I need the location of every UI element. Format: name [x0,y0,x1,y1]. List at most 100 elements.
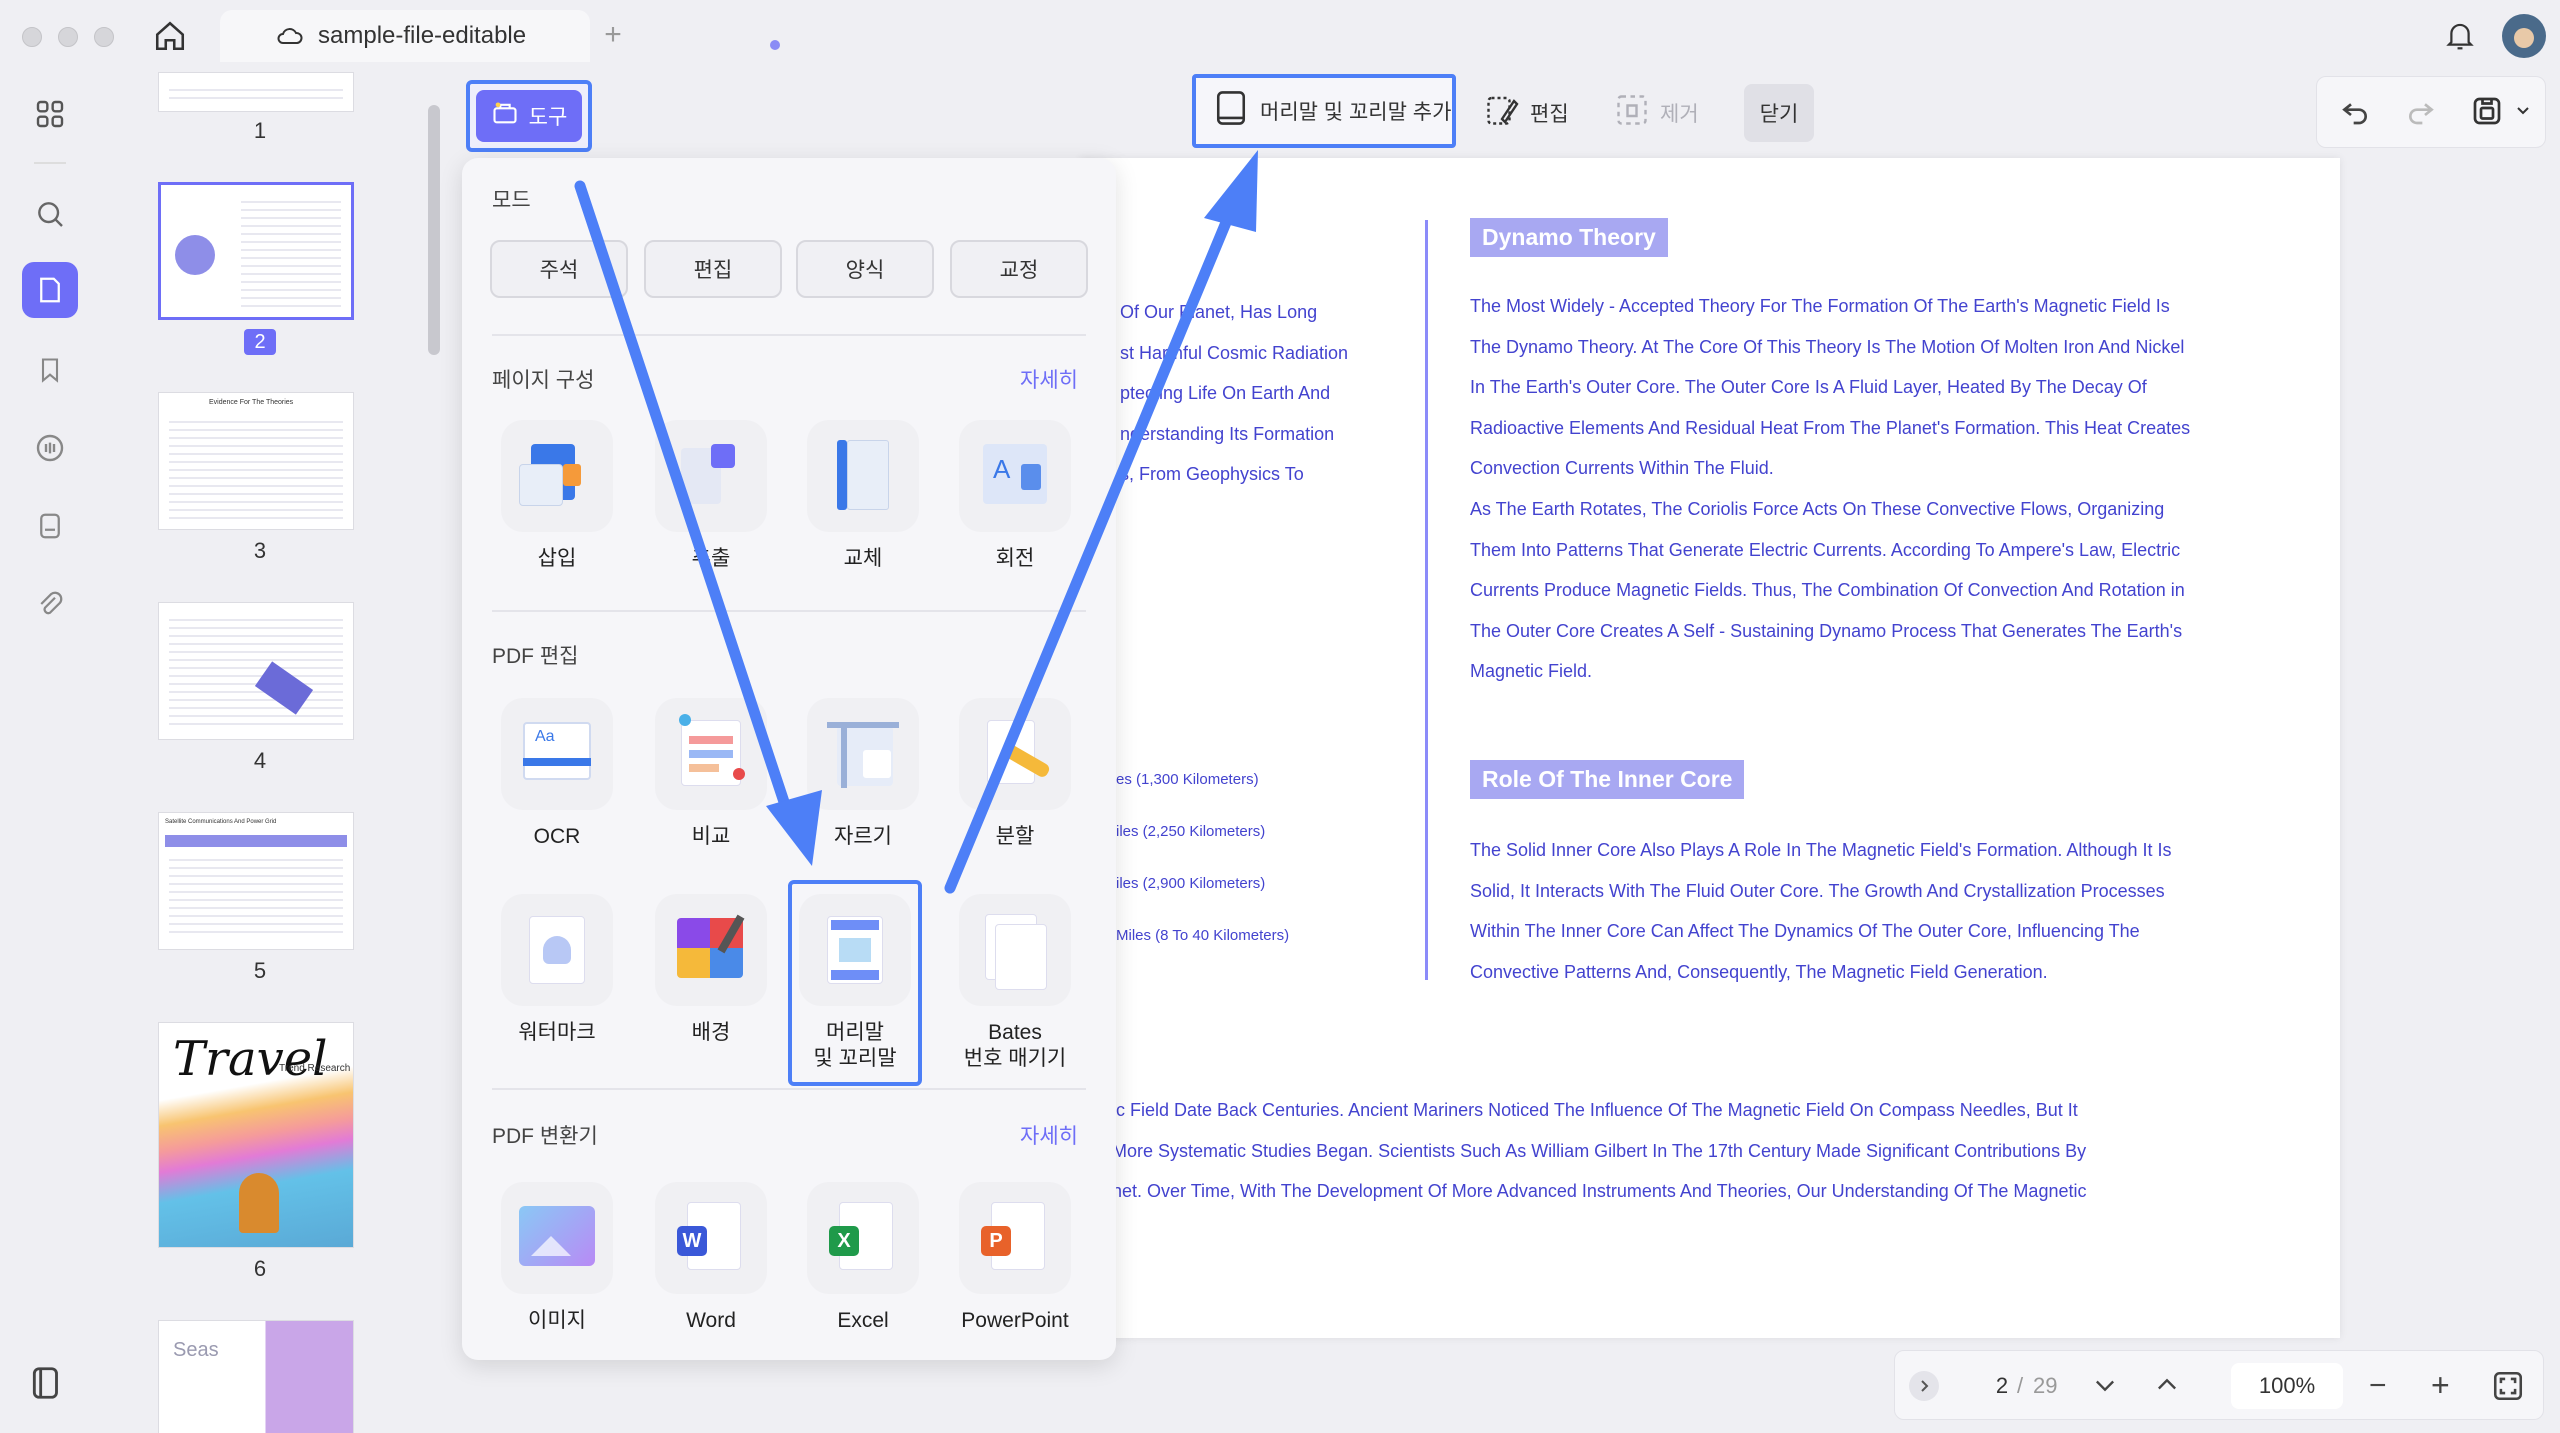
total-pages: 29 [2033,1373,2058,1398]
left-icon-sidebar [0,72,100,1433]
to-excel-tool[interactable]: X Excel [798,1182,928,1334]
divider [492,334,1086,336]
word-icon: W [655,1182,767,1294]
remove-button[interactable]: 제거 [1614,88,1699,138]
text-line: The Outer Core Creates A Self - Sustaini… [1470,620,2183,641]
chevron-down-icon[interactable] [2091,1371,2119,1405]
background-label: 배경 [691,1021,731,1044]
bates-tool[interactable]: Bates 번호 매기기 [950,894,1080,1072]
page-number: 1 [253,118,267,143]
grid-view-icon[interactable] [22,86,78,142]
fit-page-icon[interactable] [2491,1369,2525,1409]
stamp-icon[interactable] [22,498,78,554]
mode-annotate-button[interactable]: 주석 [490,240,628,298]
thumbnail-title: Satellite Communications And Power Grid [165,819,277,825]
attachment-icon[interactable] [22,576,78,632]
replace-icon [807,420,919,532]
avatar[interactable] [2502,14,2546,58]
minimize-window-button[interactable] [58,27,78,47]
to-image-tool[interactable]: 이미지 [492,1182,622,1334]
split-icon [959,698,1071,810]
remove-label: 제거 [1660,103,1699,126]
compare-tool[interactable]: 비교 [646,698,776,850]
replace-label: 교체 [843,547,883,570]
ocr-tool[interactable]: Aa OCR [492,698,622,850]
zoom-in-icon[interactable]: + [2431,1367,2450,1404]
search-icon[interactable] [22,186,78,242]
thumbnail-page-1[interactable] [158,72,354,112]
close-button[interactable]: 닫기 [1744,84,1814,142]
unsaved-dot [770,40,780,50]
mode-section-title: 모드 [492,189,531,212]
page-section-more-link[interactable]: 자세히 [1020,364,1078,394]
watermark-tool[interactable]: 워터마크 [492,894,622,1046]
edit-label: 편집 [1530,103,1569,126]
redo-icon[interactable] [2405,95,2437,132]
add-header-footer-button[interactable]: 머리말 및 꼬리말 추가 [1192,74,1456,148]
sidebar-toggle-icon[interactable] [28,1364,66,1407]
document-tab[interactable]: sample-file-editable [220,10,780,62]
replace-tool[interactable]: 교체 [798,420,928,572]
mode-form-button[interactable]: 양식 [796,240,934,298]
zoom-window-button[interactable] [94,27,114,47]
header-footer-label: 머리말 및 꼬리말 [792,1020,918,1072]
text-line: es (1,300 Kilometers) [1116,771,1259,788]
text-line: Currents Produce Magnetic Fields. Thus, … [1470,580,2185,601]
bates-label-line1: Bates [988,1021,1042,1044]
rotate-tool[interactable]: A 회전 [950,420,1080,572]
edit-button[interactable]: 편집 [1484,88,1569,138]
tools-panel: 모드 주석 편집 양식 교정 페이지 구성 자세히 삽입 추출 교체 A 회전 … [462,158,1116,1360]
header-footer-tool[interactable]: 머리말 및 꼬리말 [788,880,922,1086]
comment-icon[interactable] [22,420,78,476]
bell-icon[interactable] [2440,16,2480,56]
thumbnail-page-2[interactable] [158,182,354,320]
crop-label: 자르기 [834,825,892,848]
inner-core-heading: Role Of The Inner Core [1470,760,1745,799]
text-line: ic Field Date Back Centuries. Ancient Ma… [1112,1100,2078,1120]
header-footer-tool-icon [799,894,911,1006]
thumbnail-title: Evidence For The Theories [209,399,294,406]
mode-edit-button[interactable]: 편집 [644,240,782,298]
selected-page-number: 2 [244,329,276,355]
background-tool[interactable]: 배경 [646,894,776,1046]
page-number: 5 [253,958,267,983]
chevron-up-icon[interactable] [2153,1371,2181,1405]
bookmark-icon[interactable] [22,342,78,398]
page-number: 6 [253,1256,267,1281]
thumbnail-page-4[interactable] [158,602,354,740]
chevron-down-icon[interactable] [2515,103,2531,124]
extract-tool[interactable]: 추출 [646,420,776,572]
text-line: s, From Geophysics To [1120,464,1304,485]
split-tool[interactable]: 분할 [950,698,1080,850]
home-icon[interactable] [150,16,190,56]
zoom-out-icon[interactable]: − [2369,1369,2387,1403]
crop-tool[interactable]: 자르기 [798,698,928,850]
pages-icon[interactable] [22,262,78,318]
thumbnail-page-5[interactable]: Satellite Communications And Power Grid [158,812,354,950]
mode-proofread-button[interactable]: 교정 [950,240,1088,298]
text-line: In The Earth's Outer Core. The Outer Cor… [1470,377,2147,398]
undo-icon[interactable] [2339,95,2371,132]
add-header-footer-label: 머리말 및 꼬리말 추가 [1260,101,1452,124]
tools-button[interactable]: 도구 [466,80,592,152]
bates-label: Bates 번호 매기기 [950,1020,1080,1072]
insert-tool[interactable]: 삽입 [492,420,622,572]
to-powerpoint-tool[interactable]: P PowerPoint [950,1182,1080,1334]
save-icon[interactable] [2469,93,2505,134]
thumbnail-page-7[interactable]: Seas [158,1320,354,1433]
cloud-icon [276,24,304,55]
thumbnail-page-3[interactable]: Evidence For The Theories [158,392,354,530]
thumbnail-page-6[interactable]: Travel Trend Research [158,1022,354,1248]
close-window-button[interactable] [22,27,42,47]
plus-icon[interactable]: + [598,18,628,51]
chevron-right-icon[interactable] [1909,1371,1939,1401]
to-word-tool[interactable]: W Word [646,1182,776,1334]
convert-section-more-link[interactable]: 자세히 [1020,1120,1078,1150]
powerpoint-label: PowerPoint [961,1309,1069,1332]
thumbnail-scrollbar[interactable] [428,105,440,355]
excel-icon: X [807,1182,919,1294]
text-line: Convection Currents Within The Fluid. [1470,458,1774,479]
text-line: Within The Inner Core Can Affect The Dyn… [1470,921,2140,942]
page-separator: / [2017,1373,2024,1398]
zoom-level[interactable]: 100% [2231,1363,2343,1409]
